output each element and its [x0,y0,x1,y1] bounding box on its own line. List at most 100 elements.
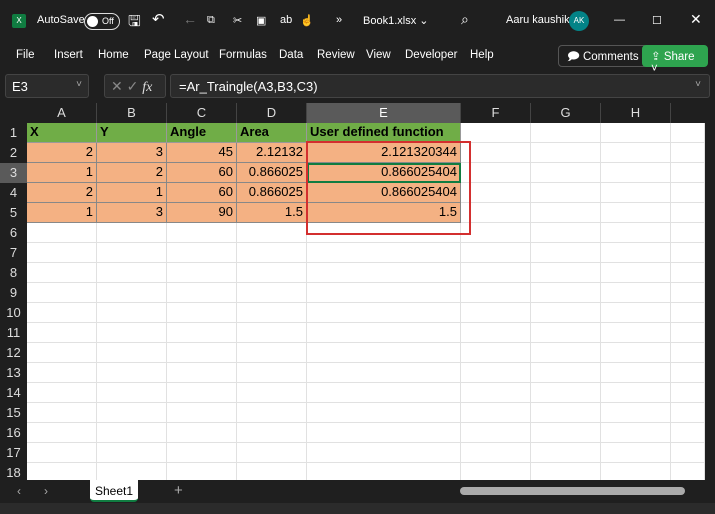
cell[interactable] [671,283,705,303]
undo-icon[interactable]: ↶ [152,10,165,28]
data-cell-c4[interactable]: 60 [167,183,237,203]
cell[interactable] [461,363,531,383]
data-cell-d3[interactable]: 0.866025 [237,163,307,183]
cell[interactable] [237,303,307,323]
cell[interactable] [671,323,705,343]
cell[interactable] [531,123,601,143]
data-cell-d2[interactable]: 2.12132 [237,143,307,163]
tab-view[interactable]: View [366,49,391,61]
cell[interactable] [97,403,167,423]
row-header-1[interactable]: 1 [0,123,27,143]
header-cell-c[interactable]: Angle [167,123,237,143]
touch-mode-icon[interactable]: ☝ [300,14,314,27]
row-header-10[interactable]: 10 [0,303,27,323]
tab-home[interactable]: Home [98,49,129,61]
cell[interactable] [461,403,531,423]
prev-sheet-icon[interactable]: ‹ [17,484,21,498]
cell[interactable] [461,123,531,143]
cell[interactable] [307,303,461,323]
tab-formulas[interactable]: Formulas [219,49,267,61]
column-header-d[interactable]: D [237,103,307,123]
cell[interactable] [671,423,705,443]
cell[interactable] [97,343,167,363]
maximize-icon[interactable]: ☐ [652,14,662,27]
cell[interactable] [601,343,671,363]
cell[interactable] [601,303,671,323]
cell[interactable] [601,443,671,463]
cell[interactable] [167,383,237,403]
row-header-15[interactable]: 15 [0,403,27,423]
cell[interactable] [601,423,671,443]
tab-insert[interactable]: Insert [54,49,83,61]
cell[interactable] [237,443,307,463]
cell[interactable] [461,163,531,183]
cell[interactable] [237,383,307,403]
cell[interactable] [601,183,671,203]
search-icon[interactable]: ⌕ [461,11,469,28]
cell[interactable] [531,203,601,223]
cell[interactable] [461,223,531,243]
data-cell-b5[interactable]: 3 [97,203,167,223]
cell[interactable] [307,263,461,283]
cell[interactable] [167,283,237,303]
cell[interactable] [461,203,531,223]
cell[interactable] [671,163,705,183]
select-all-button[interactable] [0,103,27,123]
row-header-17[interactable]: 17 [0,443,27,463]
tab-file[interactable]: File [16,49,35,61]
enter-icon[interactable]: ✓ [127,78,143,94]
image-icon[interactable]: ▣ [256,14,266,27]
cell[interactable] [307,443,461,463]
row-header-5[interactable]: 5 [0,203,27,223]
tab-developer[interactable]: Developer [405,49,457,61]
cell[interactable] [97,363,167,383]
formula-bar[interactable]: =Ar_Traingle(A3,B3,C3) ˅ [170,74,710,98]
row-header-18[interactable]: 18 [0,463,27,480]
cell[interactable] [97,223,167,243]
cell[interactable] [601,123,671,143]
cell[interactable] [27,283,97,303]
row-header-4[interactable]: 4 [0,183,27,203]
cancel-icon[interactable]: ✕ [111,78,127,94]
cell[interactable] [97,323,167,343]
cell[interactable] [307,403,461,423]
tab-review[interactable]: Review [317,49,355,61]
row-header-13[interactable]: 13 [0,363,27,383]
data-cell-c2[interactable]: 45 [167,143,237,163]
cell[interactable] [671,203,705,223]
column-header-f[interactable]: F [461,103,531,123]
cell[interactable] [237,323,307,343]
cell[interactable] [307,363,461,383]
file-name[interactable]: Book1.xlsx ⌄ [363,14,428,27]
cell[interactable] [531,303,601,323]
cell[interactable] [671,183,705,203]
cell[interactable] [461,243,531,263]
autosave-toggle[interactable]: Off [84,13,120,30]
expand-formula-bar-icon[interactable]: ˅ [695,79,701,90]
cell[interactable] [461,443,531,463]
cell[interactable] [237,463,307,480]
cell[interactable] [167,343,237,363]
cell[interactable] [167,443,237,463]
cell[interactable] [167,423,237,443]
cell[interactable] [167,303,237,323]
cell[interactable] [97,243,167,263]
data-cell-d4[interactable]: 0.866025 [237,183,307,203]
data-cell-d5[interactable]: 1.5 [237,203,307,223]
cell[interactable] [601,463,671,480]
data-cell-a2[interactable]: 2 [27,143,97,163]
cell[interactable] [531,143,601,163]
row-header-2[interactable]: 2 [0,143,27,163]
column-header-c[interactable]: C [167,103,237,123]
row-header-11[interactable]: 11 [0,323,27,343]
cell[interactable] [307,463,461,480]
header-cell-b[interactable]: Y [97,123,167,143]
cell[interactable] [601,283,671,303]
cell[interactable] [461,323,531,343]
cell[interactable] [461,263,531,283]
cell[interactable] [601,323,671,343]
cell[interactable] [307,343,461,363]
cell[interactable] [237,223,307,243]
cell[interactable] [167,403,237,423]
save-icon[interactable]: 🖫 [128,11,141,36]
